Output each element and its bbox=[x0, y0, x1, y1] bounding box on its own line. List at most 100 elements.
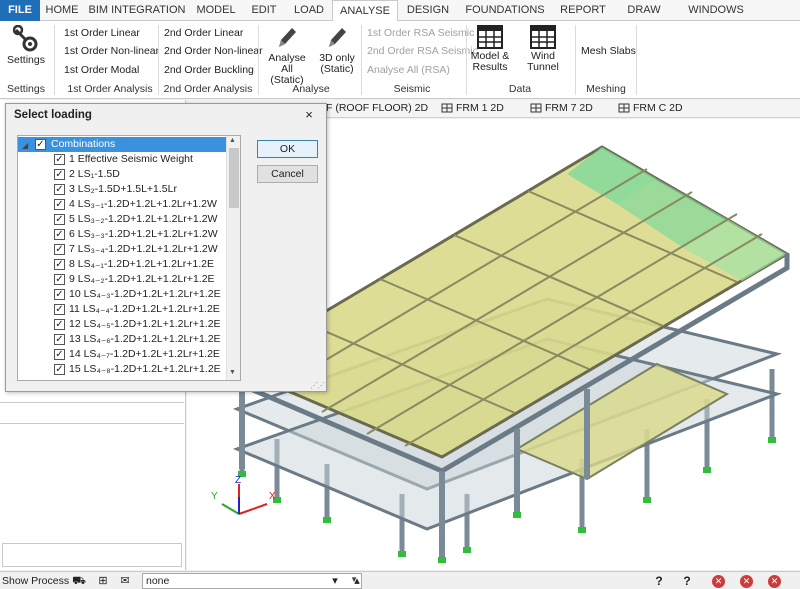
group-label-settings: Settings bbox=[7, 83, 45, 95]
checkbox[interactable]: ✓ bbox=[54, 154, 65, 165]
tab-report[interactable]: REPORT bbox=[552, 0, 614, 21]
axis-y-label: Y bbox=[211, 491, 218, 502]
analyse-all-rsa-button[interactable]: Analyse All (RSA) bbox=[367, 64, 450, 76]
wind-tunnel-button[interactable]: Wind Tunnel bbox=[515, 25, 571, 73]
list-item[interactable]: ✓ 3 LS₂-1.5D+1.5L+1.5Lr bbox=[18, 182, 226, 197]
first-order-modal-button[interactable]: 1st Order Modal bbox=[64, 64, 139, 76]
three-d-only-static-button[interactable]: 3D only (Static) bbox=[315, 25, 359, 75]
mesh-slabs-button[interactable]: Mesh Slabs bbox=[581, 45, 636, 57]
envelope-icon[interactable]: ✉ bbox=[118, 574, 132, 588]
tab-analyse[interactable]: ANALYSE bbox=[332, 0, 398, 22]
view-tab-roof-floor[interactable]: F (ROOF FLOOR) 2D bbox=[326, 102, 428, 114]
tab-model[interactable]: MODEL bbox=[190, 0, 242, 21]
checkbox[interactable]: ✓ bbox=[54, 274, 65, 285]
checkbox[interactable]: ✓ bbox=[54, 184, 65, 195]
list-item[interactable]: ✓ 1 Effective Seismic Weight bbox=[18, 152, 226, 167]
list-item[interactable]: ✓ 7 LS₃₋₄-1.2D+1.2L+1.2Lr+1.2W bbox=[18, 242, 226, 257]
error-icon[interactable]: ✕ bbox=[712, 575, 725, 588]
axis-z-label: Z bbox=[235, 475, 241, 486]
tab-edit[interactable]: EDIT bbox=[242, 0, 286, 21]
checkbox[interactable]: ✓ bbox=[54, 319, 65, 330]
second-order-linear-button[interactable]: 2nd Order Linear bbox=[164, 27, 243, 39]
close-icon[interactable]: × bbox=[300, 107, 318, 122]
list-item[interactable]: ✓ 11 LS₄₋₄-1.2D+1.2L+1.2Lr+1.2E bbox=[18, 302, 226, 317]
checkbox[interactable]: ✓ bbox=[54, 169, 65, 180]
frame-view-icon bbox=[441, 103, 453, 113]
checkbox[interactable]: ✓ bbox=[54, 364, 65, 375]
ribbon-separator bbox=[54, 25, 55, 95]
scroll-down-icon[interactable]: ▼ bbox=[229, 369, 236, 376]
checkbox[interactable]: ✓ bbox=[54, 229, 65, 240]
help-icon[interactable]: ? bbox=[652, 574, 666, 588]
analyse-all-static-button[interactable]: Analyse All (Static) bbox=[262, 25, 312, 86]
list-item[interactable]: ✓ 5 LS₃₋₂-1.2D+1.2L+1.2Lr+1.2W bbox=[18, 212, 226, 227]
view-tab-frm-c[interactable]: FRM C 2D bbox=[618, 102, 683, 114]
list-item[interactable]: ✓ 8 LS₄₋₁-1.2D+1.2L+1.2Lr+1.2E bbox=[18, 257, 226, 272]
expand-triangle-icon[interactable]: ◢ bbox=[22, 138, 28, 153]
tree-root-combinations[interactable]: ◢ ✓ Combinations bbox=[18, 137, 226, 152]
group-label-first-order: 1st Order Analysis bbox=[67, 83, 153, 95]
first-order-rsa-seismic-button[interactable]: 1st Order RSA Seismic bbox=[367, 27, 474, 39]
list-item[interactable]: ✓ 12 LS₄₋₅-1.2D+1.2L+1.2Lr+1.2E bbox=[18, 317, 226, 332]
list-item[interactable]: ✓ 14 LS₄₋₇-1.2D+1.2L+1.2Lr+1.2E bbox=[18, 347, 226, 362]
second-order-rsa-seismic-button[interactable]: 2nd Order RSA Seismic bbox=[367, 45, 478, 57]
checkbox[interactable]: ✓ bbox=[54, 349, 65, 360]
scroll-up-icon[interactable]: ▲ bbox=[229, 137, 236, 144]
checkbox[interactable]: ✓ bbox=[54, 334, 65, 345]
chevron-up-icon[interactable]: ▴ bbox=[350, 574, 364, 588]
view-tab-frm-7[interactable]: FRM 7 2D bbox=[530, 102, 593, 114]
settings-button[interactable]: Settings bbox=[5, 25, 47, 66]
tab-file[interactable]: FILE bbox=[0, 0, 40, 21]
list-item[interactable]: ✓ 4 LS₃₋₁-1.2D+1.2L+1.2Lr+1.2W bbox=[18, 197, 226, 212]
structure-icon[interactable]: ⊞ bbox=[96, 574, 110, 588]
tree-scrollbar[interactable]: ▲ ▼ bbox=[226, 136, 240, 380]
tab-home[interactable]: HOME bbox=[40, 0, 84, 21]
checkbox[interactable]: ✓ bbox=[35, 139, 46, 150]
process-icon[interactable]: ⛟ bbox=[72, 574, 86, 588]
list-item[interactable]: ✓ 15 LS₄₋₈-1.2D+1.2L+1.2Lr+1.2E bbox=[18, 362, 226, 377]
tab-design[interactable]: DESIGN bbox=[398, 0, 458, 21]
checkbox[interactable]: ✓ bbox=[54, 304, 65, 315]
error-icon[interactable]: ✕ bbox=[768, 575, 781, 588]
second-order-buckling-button[interactable]: 2nd Order Buckling bbox=[164, 64, 254, 76]
scrollbar-thumb[interactable] bbox=[229, 148, 239, 208]
view-tab-frm-1[interactable]: FRM 1 2D bbox=[441, 102, 504, 114]
axis-triad bbox=[221, 484, 268, 515]
left-panel-field[interactable] bbox=[2, 543, 182, 567]
chevron-down-icon[interactable]: ▾ bbox=[328, 574, 342, 588]
list-item[interactable]: ✓ 6 LS₃₋₃-1.2D+1.2L+1.2Lr+1.2W bbox=[18, 227, 226, 242]
pencil-icon bbox=[329, 28, 346, 47]
checkbox[interactable]: ✓ bbox=[54, 214, 65, 225]
help-icon[interactable]: ? bbox=[680, 574, 694, 588]
tab-foundations[interactable]: FOUNDATIONS bbox=[458, 0, 552, 21]
first-order-linear-button[interactable]: 1st Order Linear bbox=[64, 27, 140, 39]
checkbox[interactable]: ✓ bbox=[54, 259, 65, 270]
tab-bim-integration[interactable]: BIM INTEGRATION bbox=[84, 0, 190, 21]
resize-grip-icon[interactable]: ⋰⋰ bbox=[310, 381, 325, 390]
checkbox[interactable]: ✓ bbox=[54, 199, 65, 210]
tab-windows[interactable]: WINDOWS bbox=[674, 0, 758, 21]
list-item[interactable]: ✓ 2 LS₁-1.5D bbox=[18, 167, 226, 182]
list-item[interactable]: ✓ 13 LS₄₋₆-1.2D+1.2L+1.2Lr+1.2E bbox=[18, 332, 226, 347]
ribbon-separator bbox=[636, 25, 637, 95]
tab-load[interactable]: LOAD bbox=[286, 0, 332, 21]
group-label-meshing: Meshing bbox=[586, 83, 626, 95]
ribbon-panel: Settings Settings 1st Order Linear 1st O… bbox=[0, 21, 800, 99]
checkbox[interactable]: ✓ bbox=[54, 244, 65, 255]
error-icon[interactable]: ✕ bbox=[740, 575, 753, 588]
group-label-second-order: 2nd Order Analysis bbox=[163, 83, 253, 95]
ribbon-separator bbox=[466, 25, 467, 95]
model-results-button[interactable]: Model & Results bbox=[470, 25, 510, 73]
second-order-nonlinear-button[interactable]: 2nd Order Non-linear bbox=[164, 45, 263, 57]
group-label-analyse: Analyse bbox=[292, 83, 330, 95]
first-order-nonlinear-button[interactable]: 1st Order Non-linear bbox=[64, 45, 159, 57]
axis-x-label: X bbox=[269, 491, 276, 502]
list-item[interactable]: ✓ 10 LS₄₋₃-1.2D+1.2L+1.2Lr+1.2E bbox=[18, 287, 226, 302]
list-item[interactable]: ✓ 9 LS₄₋₂-1.2D+1.2L+1.2Lr+1.2E bbox=[18, 272, 226, 287]
ok-button[interactable]: OK bbox=[257, 140, 318, 158]
tab-draw[interactable]: DRAW bbox=[614, 0, 674, 21]
cancel-button[interactable]: Cancel bbox=[257, 165, 318, 183]
frame-view-icon bbox=[530, 103, 542, 113]
checkbox[interactable]: ✓ bbox=[54, 289, 65, 300]
loading-tree[interactable]: ◢ ✓ Combinations ✓ 1 Effective Seismic We… bbox=[17, 135, 241, 381]
